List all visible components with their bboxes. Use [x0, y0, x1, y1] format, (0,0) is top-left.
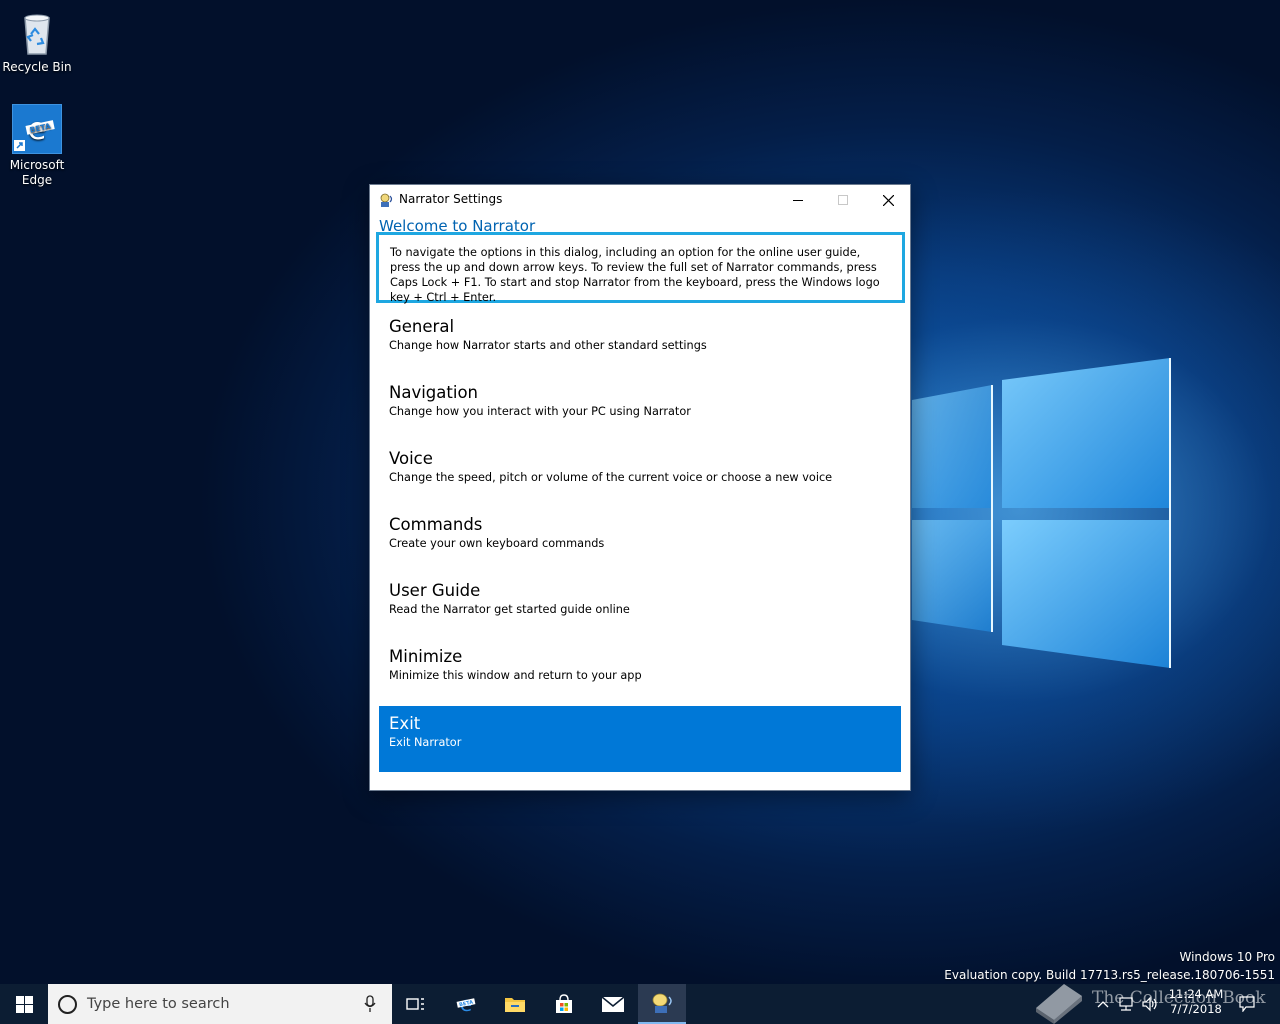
collection-book-text: The Collection Book — [1092, 988, 1266, 1008]
narrator-app-icon — [378, 192, 394, 208]
title-bar[interactable]: Narrator Settings — [370, 185, 910, 215]
maximize-button[interactable] — [820, 185, 866, 215]
menu-item-description: Change how you interact with your PC usi… — [389, 405, 691, 418]
window-title: Narrator Settings — [399, 192, 503, 206]
taskbar-store-button[interactable] — [540, 984, 588, 1024]
taskbar-narrator-button[interactable] — [638, 984, 686, 1024]
search-placeholder: Type here to search — [87, 996, 230, 1012]
narrator-settings-window: Narrator Settings Welcome to Narrator To… — [369, 184, 911, 791]
store-icon — [556, 994, 572, 1013]
desktop-icon-recycle-bin[interactable]: Recycle Bin — [0, 8, 74, 75]
menu-item-title: Minimize — [389, 647, 463, 666]
menu-item-minimize[interactable]: Minimize Minimize this window and return… — [379, 639, 901, 705]
narrator-icon — [652, 993, 672, 1013]
menu-item-voice[interactable]: Voice Change the speed, pitch or volume … — [379, 441, 901, 507]
microphone-icon[interactable] — [364, 995, 376, 1013]
mail-icon — [601, 996, 625, 1012]
search-box[interactable]: Type here to search — [48, 984, 392, 1024]
menu-item-description: Exit Narrator — [389, 736, 462, 749]
desktop-icon-microsoft-edge[interactable]: e BETA Microsoft Edge — [0, 104, 74, 188]
menu-item-description: Change the speed, pitch or volume of the… — [389, 471, 833, 484]
menu-item-title: Voice — [389, 449, 433, 468]
start-button[interactable] — [0, 984, 48, 1024]
minimize-icon — [793, 200, 803, 201]
menu-item-description: Read the Narrator get started guide onli… — [389, 603, 630, 616]
minimize-button[interactable] — [775, 185, 821, 215]
book-icon — [1036, 984, 1082, 1024]
edition-watermark: Windows 10 Pro — [1179, 950, 1275, 964]
collection-book-watermark: The Collection Book — [1030, 978, 1280, 1024]
menu-item-title: Commands — [389, 515, 483, 534]
menu-item-title: General — [389, 317, 455, 336]
menu-item-general[interactable]: General Change how Narrator starts and o… — [379, 309, 901, 375]
file-explorer-icon — [505, 998, 525, 1012]
menu-item-title: User Guide — [389, 581, 481, 600]
desktop-icon-label: Microsoft Edge — [9, 158, 65, 187]
taskbar-file-explorer-button[interactable] — [491, 984, 539, 1024]
menu-item-description: Change how Narrator starts and other sta… — [389, 339, 707, 352]
task-view-button[interactable] — [392, 984, 440, 1024]
close-icon — [882, 194, 894, 206]
menu-item-description: Create your own keyboard commands — [389, 537, 605, 550]
menu-item-description: Minimize this window and return to your … — [389, 669, 642, 682]
cortana-icon — [58, 994, 77, 1014]
menu-item-exit[interactable]: Exit Exit Narrator — [379, 706, 901, 772]
menu-item-title: Navigation — [389, 383, 478, 402]
close-button[interactable] — [865, 185, 911, 215]
menu-item-commands[interactable]: Commands Create your own keyboard comman… — [379, 507, 901, 573]
recycle-bin-icon — [13, 8, 61, 56]
start-icon — [15, 995, 33, 1013]
edge-beta-icon: e BETA — [12, 104, 62, 154]
taskbar-mail-button[interactable] — [589, 984, 637, 1024]
maximize-icon — [838, 195, 848, 205]
desktop-icon-label: Recycle Bin — [2, 60, 72, 74]
task-view-icon — [406, 998, 424, 1010]
menu-item-title: Exit — [389, 714, 421, 733]
menu-item-user-guide[interactable]: User Guide Read the Narrator get started… — [379, 573, 901, 639]
edge-icon: e BETA — [456, 992, 476, 1016]
taskbar-edge-button[interactable]: e BETA — [442, 984, 490, 1024]
intro-text[interactable]: To navigate the options in this dialog, … — [376, 232, 905, 304]
menu-item-navigation[interactable]: Navigation Change how you interact with … — [379, 375, 901, 441]
